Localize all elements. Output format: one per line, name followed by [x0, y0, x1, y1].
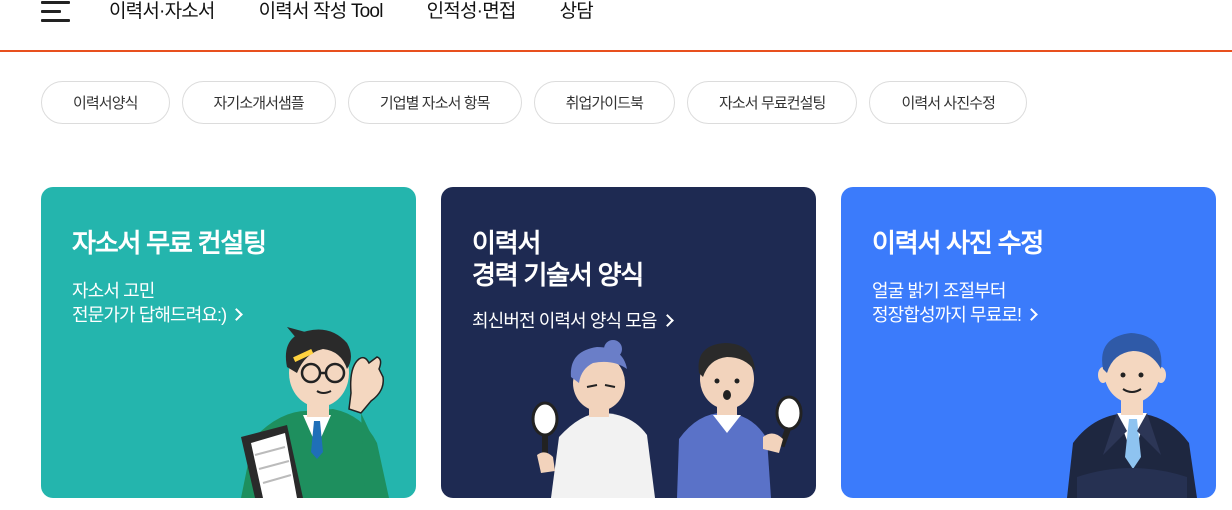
chip-coverletter-sample[interactable]: 자기소개서샘플 [181, 81, 336, 124]
chip-free-consulting[interactable]: 자소서 무료컨설팅 [686, 81, 858, 124]
chip-resume-form[interactable]: 이력서양식 [41, 81, 170, 124]
chip-photo-edit[interactable]: 이력서 사진수정 [869, 81, 1028, 124]
chip-job-guidebook[interactable]: 취업가이드북 [533, 81, 675, 124]
chevron-right-icon [1025, 308, 1039, 321]
card-resume-career-form[interactable]: 이력서 경력 기술서 양식 최신버전 이력서 양식 모음 [441, 187, 816, 498]
card-free-consulting[interactable]: 자소서 무료 컨설팅 자소서 고민 전문가가 답해드려요:) [41, 187, 416, 498]
nav-menu: 이력서·자소서 이력서 작성 Tool 인적성·면접 상담 [109, 0, 594, 24]
nav-item-resume-coverletter[interactable]: 이력서·자소서 [109, 0, 215, 24]
category-chips: 이력서양식 자기소개서샘플 기업별 자소서 항목 취업가이드북 자소서 무료컨설… [41, 81, 1028, 124]
nav-item-resume-tool[interactable]: 이력서 작성 Tool [259, 0, 384, 24]
card-photo-edit[interactable]: 이력서 사진 수정 얼굴 밝기 조절부터 정장합성까지 무료로! [841, 187, 1216, 498]
card-title: 이력서 사진 수정 [872, 228, 1044, 258]
nav-item-consulting[interactable]: 상담 [560, 0, 594, 24]
card-description: 얼굴 밝기 조절부터 정장합성까지 무료로! [872, 279, 1039, 327]
card-description: 자소서 고민 전문가가 답해드려요:) [72, 279, 244, 327]
chevron-right-icon [660, 314, 674, 327]
chip-company-coverletter-items[interactable]: 기업별 자소서 항목 [347, 81, 522, 124]
hamburger-menu-icon[interactable] [41, 0, 73, 22]
card-description: 최신버전 이력서 양식 모음 [472, 309, 674, 333]
card-title: 자소서 무료 컨설팅 [72, 228, 267, 258]
chevron-right-icon [230, 308, 244, 321]
top-navigation: 이력서·자소서 이력서 작성 Tool 인적성·면접 상담 [0, 0, 1232, 52]
card-title: 이력서 경력 기술서 양식 [472, 228, 644, 290]
nav-item-aptitude-interview[interactable]: 인적성·면접 [427, 0, 517, 24]
